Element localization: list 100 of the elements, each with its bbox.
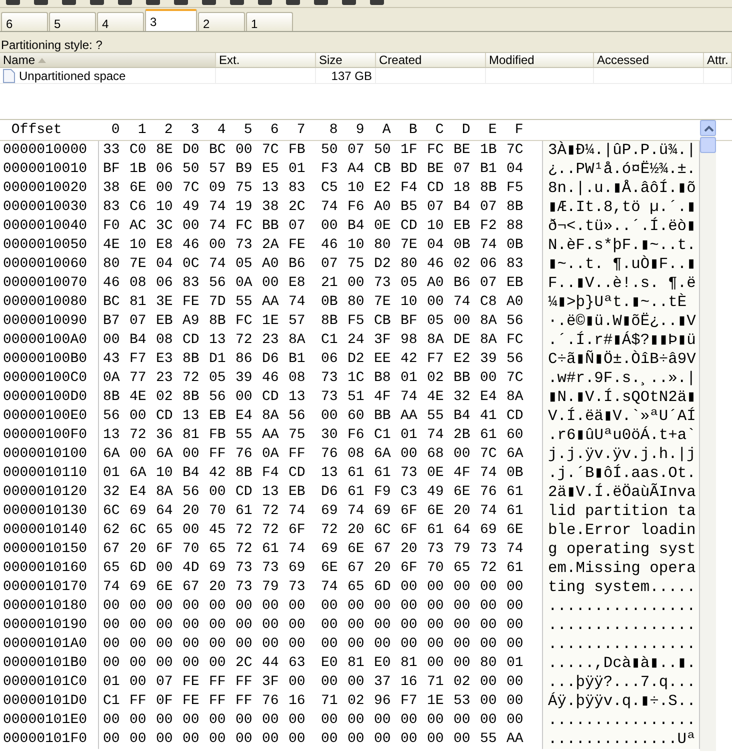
- hex-byte: 56: [506, 313, 524, 329]
- offset-label: 00000101B0: [3, 655, 88, 671]
- column-header[interactable]: Accessed: [594, 53, 704, 67]
- hex-byte: 00: [506, 693, 524, 709]
- hex-byte: 83: [288, 180, 306, 196]
- hex-byte: 00: [454, 617, 470, 633]
- hex-byte: 01: [400, 427, 418, 443]
- offset-label: 0000010130: [3, 503, 88, 519]
- toolbar-icon[interactable]: [314, 0, 328, 5]
- toolbar-icon[interactable]: [342, 0, 356, 5]
- tab[interactable]: 6: [1, 12, 48, 31]
- hex-byte: 07: [156, 674, 173, 690]
- hex-byte: B4: [182, 465, 200, 481]
- column-header[interactable]: Size: [316, 53, 376, 67]
- hex-byte: 7E: [400, 237, 418, 253]
- hex-byte: 00: [288, 617, 306, 633]
- column-header[interactable]: Name: [0, 53, 216, 67]
- hex-byte: C8: [480, 294, 497, 310]
- hex-byte: 02: [427, 370, 444, 386]
- hex-byte: 6E: [506, 522, 524, 538]
- ascii-text: N.èF.s*þF.▮~..t.: [548, 234, 696, 255]
- column-header[interactable]: Modified: [486, 53, 594, 67]
- ascii-text: F..▮V..è!.s. ¶.ë: [548, 272, 696, 293]
- toolbar-icon[interactable]: [34, 0, 48, 5]
- ascii-text: ................: [548, 710, 696, 731]
- hex-byte: 13: [182, 408, 200, 424]
- hex-byte: 07: [454, 161, 470, 177]
- hex-byte: 00: [103, 731, 120, 747]
- hex-byte: D6: [262, 351, 279, 367]
- hex-byte: BB: [374, 408, 391, 424]
- hex-byte: 73: [321, 389, 338, 405]
- toolbar-icon[interactable]: [230, 0, 244, 5]
- hex-byte: 80: [103, 256, 120, 272]
- hex-byte: B4: [454, 199, 470, 215]
- column-header[interactable]: Ext.: [216, 53, 316, 67]
- toolbar-icon[interactable]: [202, 0, 216, 5]
- hex-byte: E0: [374, 655, 391, 671]
- hex-byte: 8B: [103, 389, 120, 405]
- column-header: 4: [216, 122, 226, 138]
- offset-label: 0000010080: [3, 294, 88, 310]
- toolbar-icon[interactable]: [258, 0, 272, 5]
- hex-byte: D1: [209, 351, 226, 367]
- hex-byte: 42: [209, 465, 226, 481]
- scrollbar[interactable]: [700, 120, 716, 751]
- hex-byte: 81: [400, 655, 418, 671]
- toolbar-icon[interactable]: [118, 0, 132, 5]
- hex-byte: B6: [288, 256, 306, 272]
- ascii-text: 2ä▮V.Í.ëÖaùÃInva: [548, 482, 696, 503]
- hex-byte: 6D: [374, 579, 391, 595]
- hex-byte: 00: [156, 636, 173, 652]
- hex-byte: 7C: [506, 142, 524, 158]
- hex-byte: 10: [348, 237, 364, 253]
- hex-byte: 8A: [427, 332, 444, 348]
- toolbar-icon[interactable]: [174, 0, 188, 5]
- toolbar-icon[interactable]: [6, 0, 20, 5]
- hex-byte: 6A: [506, 446, 524, 462]
- tab[interactable]: 3: [145, 9, 197, 31]
- tab[interactable]: 1: [246, 12, 293, 31]
- hex-byte: 38: [262, 199, 279, 215]
- hex-byte: 75: [236, 180, 252, 196]
- hex-byte: 61: [348, 484, 364, 500]
- offset-label: 0000010100: [3, 446, 88, 462]
- file-name[interactable]: Unpartitioned space: [19, 66, 126, 84]
- tab[interactable]: 5: [49, 12, 96, 31]
- column-header[interactable]: Created: [376, 53, 486, 67]
- hex-byte: B4: [348, 218, 364, 234]
- hex-byte: 8B: [480, 180, 497, 196]
- hex-byte: 6F: [400, 560, 418, 576]
- hex-byte: 8A: [480, 332, 497, 348]
- scroll-thumb[interactable]: [700, 137, 716, 153]
- ascii-text: Áÿ.þÿÿv.q.▮÷.S..: [548, 690, 696, 712]
- toolbar-icon[interactable]: [90, 0, 104, 5]
- hex-byte: 00: [506, 579, 524, 595]
- hex-byte: 74: [209, 199, 226, 215]
- offset-header: Offset: [10, 122, 62, 138]
- hex-byte: B4: [130, 332, 146, 348]
- column-header: 6: [269, 122, 279, 138]
- hex-byte: FB: [288, 142, 306, 158]
- tab[interactable]: 4: [97, 12, 144, 31]
- tab[interactable]: 2: [198, 12, 245, 31]
- offset-label: 00000101F0: [3, 731, 88, 747]
- column-header[interactable]: Attr.: [704, 53, 732, 67]
- toolbar-icon[interactable]: [62, 0, 76, 5]
- hex-byte: 67: [103, 541, 120, 557]
- toolbar-icon[interactable]: [146, 0, 160, 5]
- hex-byte: 45: [209, 522, 226, 538]
- ascii-text: .j.´B▮ôÍ.aas.Ot.: [548, 462, 696, 483]
- hex-byte: 10: [400, 294, 418, 310]
- scroll-up-button[interactable]: [700, 120, 716, 136]
- hex-byte: 00: [130, 731, 146, 747]
- hex-byte: 00: [262, 712, 279, 728]
- hex-byte: 00: [400, 712, 418, 728]
- hex-byte: 08: [348, 446, 364, 462]
- hex-byte: 46: [427, 256, 444, 272]
- column-header: 3: [190, 122, 200, 138]
- hex-byte: AA: [262, 294, 279, 310]
- toolbar-icon[interactable]: [286, 0, 300, 5]
- hex-byte: 69: [130, 503, 146, 519]
- toolbar-icon[interactable]: [370, 0, 384, 5]
- hex-byte: 51: [348, 389, 364, 405]
